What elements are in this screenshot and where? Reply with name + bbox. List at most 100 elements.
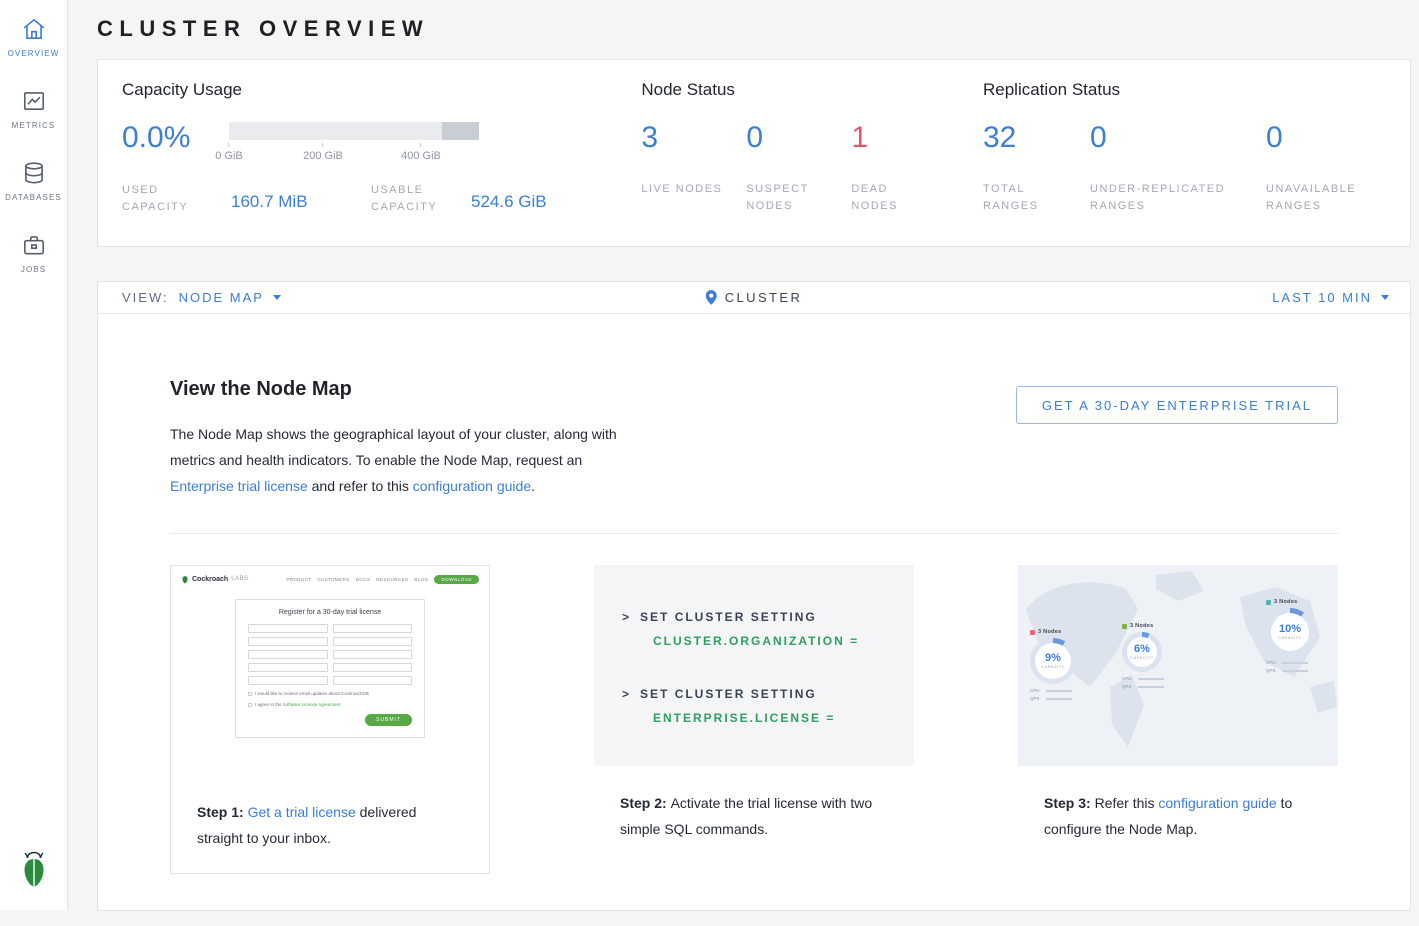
mini-registration-form: Register for a 30-day trial license I wo… [235,599,425,738]
step1-preview-image: Cockroach LABS PRODUCT CUSTOMERS DOCS RE… [171,566,489,777]
step3-text: Refer this [1095,795,1159,811]
region-metric-label: CPU [1122,676,1134,681]
mini-brand-name: Cockroach [192,576,228,583]
live-nodes-value: 3 [641,122,746,154]
mini-nav-item: PRODUCT [286,577,311,582]
unavailable-ranges-value: 0 [1266,122,1386,154]
region-node-count: 3 Nodes [1274,599,1298,605]
code-command: > SET CLUSTER SETTING [594,605,914,629]
region-capacity-label: CAPACITY [1278,635,1302,640]
breadcrumb-cluster: CLUSTER [706,290,802,305]
mini-nav: PRODUCT CUSTOMERS DOCS RESOURCES BLOG DO… [286,575,479,584]
enterprise-trial-license-link[interactable]: Enterprise trial license [170,478,308,494]
divider [170,533,1338,534]
sidebar-item-metrics[interactable]: METRICS [0,88,68,130]
replication-status-section: Replication Status 32 TOTAL RANGES 0 UND… [983,80,1386,226]
sidebar-item-label: DATABASES [5,193,62,202]
sidebar-item-databases[interactable]: DATABASES [0,160,68,202]
mini-nav-item: DOCS [356,577,371,582]
suspect-nodes-stat: 0 SUSPECT NODES [746,122,851,215]
code-prompt: > [622,610,631,624]
sidebar-item-label: METRICS [12,121,56,130]
sidebar-item-label: JOBS [21,265,46,274]
time-range-value: LAST 10 MIN [1272,290,1372,305]
step2-prefix: Step 2: [620,795,671,811]
mini-checkbox [248,692,252,696]
view-selector-dropdown[interactable]: NODE MAP [179,290,281,305]
step3-card: 3 Nodes 9% CAPACITY CPU QPS [1018,565,1338,874]
view-bar: VIEW: NODE MAP CLUSTER LAST 10 MIN [97,281,1411,314]
region-capacity-percent: 10% [1278,624,1302,635]
step3-map-preview: 3 Nodes 9% CAPACITY CPU QPS [1018,565,1338,766]
configuration-guide-link[interactable]: configuration guide [1158,795,1276,811]
region-node-count: 3 Nodes [1130,623,1154,629]
region-capacity-label: CAPACITY [1041,664,1065,669]
mini-brand-suffix: LABS [231,576,248,582]
region-dot-icon [1266,600,1271,605]
step2-code-block: > SET CLUSTER SETTING CLUSTER.ORGANIZATIO… [594,565,914,766]
node-map-description: The Node Map shows the geographical layo… [170,421,622,499]
region-capacity-percent: 6% [1130,644,1154,655]
code-command-text: SET CLUSTER SETTING [640,687,817,701]
capacity-donut: 10% CAPACITY [1266,608,1314,656]
page-title: CLUSTER OVERVIEW [97,16,1411,42]
configuration-guide-link[interactable]: configuration guide [413,478,531,494]
cluster-label: CLUSTER [725,290,802,305]
mini-checkbox [248,703,252,707]
map-region-1: 3 Nodes 9% CAPACITY CPU QPS [1030,629,1076,701]
map-region-3: 3 Nodes 10% CAPACITY CPU QPS [1266,599,1314,673]
sidebar-item-jobs[interactable]: JOBS [0,232,68,274]
under-replicated-ranges-label: UNDER-REPLICATED RANGES [1090,181,1252,215]
sidebar-item-overview[interactable]: OVERVIEW [0,16,68,58]
code-command-text: SET CLUSTER SETTING [640,610,817,624]
enterprise-trial-button[interactable]: GET A 30-DAY ENTERPRISE TRIAL [1016,386,1338,424]
gauge-tick: 400 GiB [401,143,441,162]
suspect-nodes-label: SUSPECT NODES [746,181,828,215]
node-status-section: Node Status 3 LIVE NODES 0 SUSPECT NODES… [641,80,983,226]
mini-download-button: DOWNLOAD [434,575,479,584]
suspect-nodes-value: 0 [746,122,851,154]
databases-icon [21,160,47,186]
live-nodes-stat: 3 LIVE NODES [641,122,746,215]
home-icon [21,16,47,42]
mini-submit-button: SUBMIT [365,714,412,726]
dead-nodes-value: 1 [851,122,956,154]
step1-card: Cockroach LABS PRODUCT CUSTOMERS DOCS RE… [170,565,490,874]
get-trial-license-link[interactable]: Get a trial license [248,804,356,820]
region-metric-label: QPS [1030,696,1042,701]
metrics-icon [21,88,47,114]
chevron-down-icon [273,295,281,300]
replication-status-title: Replication Status [983,80,1386,100]
chevron-down-icon [1381,295,1389,300]
cockroachdb-logo [19,851,49,894]
dead-nodes-label: DEAD NODES [851,181,933,215]
step3-caption: Step 3: Refer this configuration guide t… [1044,790,1312,842]
code-command: >SET CLUSTER SETTING [594,682,914,706]
description-text: . [531,478,535,494]
dead-nodes-stat: 1 DEAD NODES [851,122,956,215]
region-capacity-percent: 9% [1041,653,1065,664]
capacity-gauge: 0 GiB 200 GiB 400 GiB [229,122,479,167]
used-capacity-label: USED CAPACITY [122,182,202,216]
description-text: and refer to this [308,478,413,494]
under-replicated-ranges-stat: 0 UNDER-REPLICATED RANGES [1090,122,1266,215]
map-region-2: 3 Nodes 6% CAPACITY CPU QPS [1122,623,1164,689]
total-ranges-stat: 32 TOTAL RANGES [983,122,1090,215]
step2-card: > SET CLUSTER SETTING CLUSTER.ORGANIZATIO… [594,565,914,874]
total-ranges-label: TOTAL RANGES [983,181,1073,215]
capacity-donut: 9% CAPACITY [1030,638,1076,684]
description-text: The Node Map shows the geographical layo… [170,426,617,468]
capacity-usage-section: Capacity Usage 0.0% 0 GiB 200 GiB 400 Gi… [122,80,641,226]
time-range-dropdown[interactable]: LAST 10 MIN [1272,290,1389,305]
step3-prefix: Step 3: [1044,795,1095,811]
mini-agree-pre: I agree to the [255,702,283,707]
code-argument: CLUSTER.ORGANIZATION = [594,629,914,653]
capacity-gauge-bar [229,122,479,140]
region-metric-label: CPU [1266,660,1278,665]
total-ranges-value: 32 [983,122,1090,154]
capacity-gauge-axis: 0 GiB 200 GiB 400 GiB [229,143,479,167]
region-metric-label: CPU [1030,688,1042,693]
node-status-title: Node Status [641,80,983,100]
mini-agree-text: I agree to the Software License Agreemen… [255,702,340,707]
mini-nav-item: RESOURCES [376,577,408,582]
